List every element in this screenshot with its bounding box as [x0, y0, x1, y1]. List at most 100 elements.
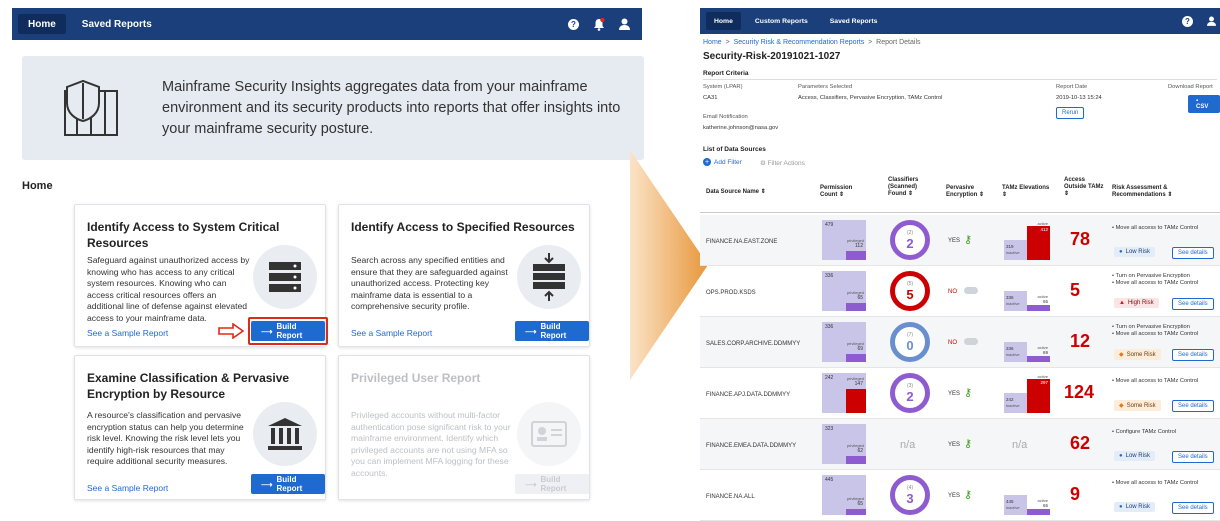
table-row[interactable]: SALES.CORP.ARCHIVE.DDMMYY 336 privileged 69…: [700, 317, 1220, 368]
tamz-active-count: 69: [1042, 350, 1048, 355]
sample-report-link[interactable]: See a Sample Report: [87, 328, 168, 338]
nav-tab-saved-reports[interactable]: Saved Reports: [822, 12, 886, 30]
col-header-outside[interactable]: Access Outside TAMz ⇕: [1064, 177, 1104, 198]
classifier-ring: (7) 0: [890, 322, 930, 362]
tamz-inactive-label: inactive: [1006, 301, 1020, 306]
permission-count-bar: 336 privileged 69: [822, 322, 866, 362]
tamz-active-count: 65: [1042, 299, 1048, 304]
privileged-bar: [846, 353, 866, 362]
classifier-ring: (4) 3: [890, 475, 930, 515]
email-label: Email Notification: [703, 114, 748, 120]
tamz-active-count: 297: [1040, 380, 1048, 385]
table-row[interactable]: OPS.PROD.KSDS 336 privileged 65 (5) 5 NO 336 ina…: [700, 266, 1220, 317]
table-header: Data Source Name ⇕ Permission Count ⇕ Cl…: [700, 173, 1220, 213]
see-details-button[interactable]: See details: [1172, 247, 1214, 259]
encryption-status: NO: [948, 340, 957, 346]
nav-tab-custom-reports[interactable]: Custom Reports: [747, 12, 816, 30]
build-report-button-disabled: ⟶ Build Report: [515, 474, 589, 494]
data-source-name[interactable]: OPS.PROD.KSDS: [706, 290, 756, 296]
build-report-button[interactable]: ⟶ Build Report: [515, 321, 589, 341]
tamz-inactive-count: 336: [1006, 346, 1014, 351]
home-heading: Home: [22, 180, 53, 192]
data-source-name[interactable]: FINANCE.EMEA.DATA.DDMMYY: [706, 443, 796, 449]
user-avatar-icon[interactable]: [1207, 16, 1216, 26]
recommendations: • Move all access to TAMz Control: [1112, 225, 1220, 232]
mainframe-shield-icon: [22, 73, 162, 143]
tamz-active-bar: [1027, 356, 1050, 362]
recommendations: • Turn on Pervasive Encryption • Move all…: [1112, 324, 1220, 338]
data-source-name[interactable]: FINANCE.NA.ALL: [706, 494, 755, 500]
privileged-count: 65: [857, 501, 863, 507]
add-filter-button[interactable]: + Add Filter: [703, 158, 742, 166]
system-value: CA31: [703, 95, 718, 101]
classifier-found: 0: [906, 337, 914, 353]
privileged-count: 62: [857, 448, 863, 455]
server-download-icon: [517, 245, 581, 309]
tamz-inactive-count: 319: [1006, 244, 1014, 249]
recommendation-item: • Move all access to TAMz Control: [1112, 225, 1199, 231]
see-details-button[interactable]: See details: [1172, 451, 1214, 463]
help-icon[interactable]: ?: [568, 18, 579, 30]
tamz-active-count: 65: [1042, 503, 1048, 508]
tamz-bar: 336 inactive active 69: [1004, 322, 1050, 362]
sample-report-link[interactable]: See a Sample Report: [87, 483, 168, 493]
card-description: Privileged accounts without multi-factor…: [351, 410, 511, 478]
risk-label: High Risk: [1127, 300, 1154, 306]
classifier-found: 2: [906, 235, 914, 251]
encryption-status: YES: [948, 442, 961, 448]
help-icon[interactable]: ?: [1182, 15, 1193, 27]
sample-report-link[interactable]: See a Sample Report: [351, 328, 432, 338]
risk-label: Low Risk: [1125, 453, 1150, 459]
table-row[interactable]: FINANCE.NA.ALL 445 privileged 65 (4) 3 YES ⚷ 445…: [700, 470, 1220, 521]
see-details-button[interactable]: See details: [1172, 349, 1214, 361]
toggle-off-icon[interactable]: [964, 338, 978, 345]
nav-tab-saved-reports[interactable]: Saved Reports: [72, 14, 162, 34]
report-date-value: 2019-10-13 15:24: [1056, 95, 1102, 101]
banner-text: Mainframe Security Insights aggregates d…: [162, 78, 621, 137]
email-value: katherine.johnson@nasa.gov: [703, 125, 779, 131]
report-criteria-heading: Report Criteria: [703, 70, 749, 77]
breadcrumb-separator: >: [725, 39, 730, 46]
bank-building-icon: [253, 402, 317, 466]
col-header-classifiers[interactable]: Classifiers (Scanned) Found ⇕: [888, 177, 930, 198]
see-details-button[interactable]: See details: [1172, 502, 1214, 514]
permission-count-bar: 336 privileged 65: [822, 271, 866, 311]
key-icon: ⚷: [964, 234, 973, 246]
data-source-name[interactable]: FINANCE.NA.EAST.ZONE: [706, 239, 777, 245]
risk-icon: ●: [1119, 504, 1123, 510]
col-header-tamz[interactable]: TAMz Elevations ⇕: [1002, 185, 1050, 199]
table-row[interactable]: FINANCE.EMEA.DATA.DDMMYY 323 privileged 62 n…: [700, 419, 1220, 470]
nav-tab-home[interactable]: Home: [706, 12, 741, 30]
table-row[interactable]: FINANCE.APJ.DATA.DDMMYY 242 privileged 147 (…: [700, 368, 1220, 419]
risk-badge: ▲ High Risk: [1114, 298, 1159, 308]
card-title: Privileged User Report: [351, 371, 481, 385]
col-header-name[interactable]: Data Source Name ⇕: [706, 189, 766, 196]
card-description: Search across any specified entities and…: [351, 255, 508, 311]
user-avatar-icon[interactable]: [619, 18, 630, 30]
tamz-na: n/a: [1012, 439, 1028, 451]
data-source-name[interactable]: FINANCE.APJ.DATA.DDMMYY: [706, 392, 790, 398]
classifier-ring: (3) 2: [890, 373, 930, 413]
build-report-button[interactable]: ⟶ Build Report: [251, 474, 325, 494]
breadcrumb-security-reports[interactable]: Security Risk & Recommendation Reports: [734, 39, 865, 46]
breadcrumb-home[interactable]: Home: [703, 39, 722, 46]
notification-bell-icon[interactable]: [593, 17, 605, 31]
privileged-count: 112: [855, 242, 863, 249]
nav-tab-home[interactable]: Home: [18, 14, 66, 34]
see-details-button[interactable]: See details: [1172, 298, 1214, 310]
col-header-risk[interactable]: Risk Assessment & Recommendations ⇕: [1112, 185, 1212, 199]
server-rack-icon: [253, 245, 317, 309]
permission-count-bar: 479 privileged 112: [822, 220, 866, 260]
breadcrumb: Home > Security Risk & Recommendation Re…: [703, 39, 921, 46]
access-outside-tamz: 124: [1064, 382, 1095, 402]
table-row[interactable]: FINANCE.NA.EAST.ZONE 479 privileged 112 (2) 2…: [700, 215, 1220, 266]
card-classification-encryption: Examine Classification & Pervasive Encry…: [74, 355, 326, 500]
rerun-button[interactable]: Rerun: [1056, 107, 1085, 119]
col-header-permission[interactable]: Permission Count ⇕: [820, 185, 864, 199]
toggle-off-icon[interactable]: [964, 287, 978, 294]
col-header-encryption[interactable]: Pervasive Encryption ⇕: [946, 185, 990, 199]
see-details-button[interactable]: See details: [1172, 400, 1214, 412]
data-source-name[interactable]: SALES.CORP.ARCHIVE.DDMMYY: [706, 341, 800, 347]
csv-download-button[interactable]: ▪ CSV: [1188, 95, 1220, 113]
key-icon: ⚷: [964, 489, 973, 501]
